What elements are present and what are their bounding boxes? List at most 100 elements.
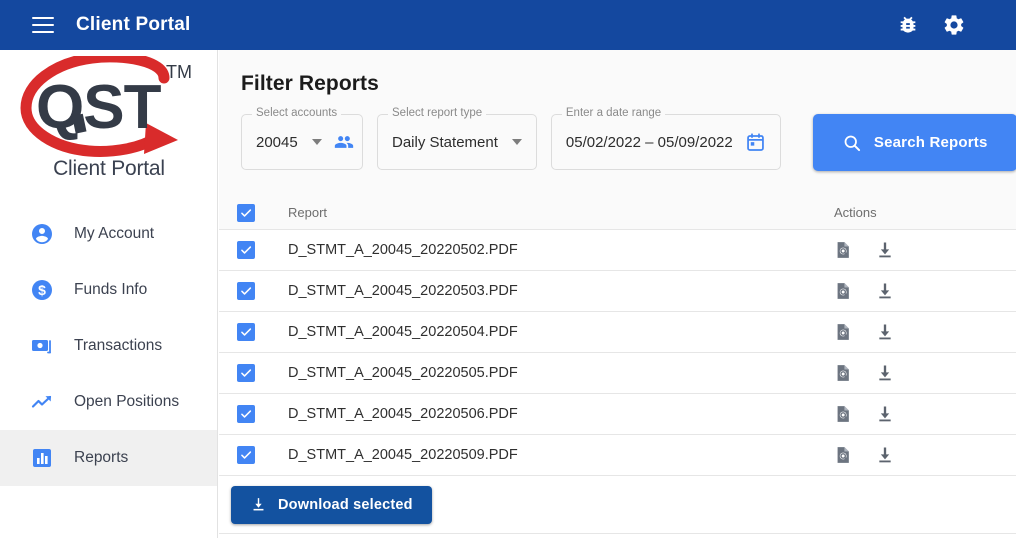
row-actions (820, 403, 1016, 425)
bar-chart-icon (30, 446, 54, 470)
document-preview-icon[interactable] (832, 362, 854, 384)
row-select-cell (219, 446, 273, 464)
sidebar-item-open-positions[interactable]: Open Positions (0, 374, 217, 430)
report-name: D_STMT_A_20045_20220506.PDF (288, 406, 518, 422)
row-select-cell (219, 241, 273, 259)
search-icon (842, 133, 862, 153)
account-circle-icon (30, 222, 54, 246)
table-row[interactable]: D_STMT_A_20045_20220504.PDF (219, 312, 1016, 353)
filter-panel: Filter Reports Select accounts 20045 Sel… (219, 50, 1016, 196)
row-checkbox[interactable] (237, 282, 255, 300)
row-checkbox[interactable] (237, 241, 255, 259)
calendar-icon[interactable] (745, 132, 766, 153)
row-select-cell (219, 405, 273, 423)
select-report-type-value: Daily Statement (392, 133, 498, 151)
download-icon[interactable] (874, 362, 896, 384)
logo-trademark: TM (166, 62, 192, 82)
report-name: D_STMT_A_20045_20220505.PDF (288, 365, 518, 381)
date-range-value: 05/02/2022 – 05/09/2022 (565, 133, 733, 151)
main-content: Filter Reports Select accounts 20045 Sel… (219, 50, 1016, 538)
brand-logo: QST TM Client Portal (0, 50, 217, 198)
gear-icon[interactable] (942, 13, 966, 37)
row-checkbox[interactable] (237, 323, 255, 341)
select-all-cell (219, 203, 273, 222)
hamburger-menu-icon[interactable] (32, 17, 54, 33)
chevron-down-icon[interactable] (311, 139, 322, 145)
select-all-checkbox[interactable] (237, 203, 255, 222)
download-icon (250, 496, 267, 513)
sidebar-item-reports[interactable]: Reports (0, 430, 217, 486)
row-checkbox[interactable] (237, 405, 255, 423)
column-header-report: Report (288, 205, 328, 220)
row-select-cell (219, 323, 273, 341)
report-name: D_STMT_A_20045_20220509.PDF (288, 447, 518, 463)
report-name: D_STMT_A_20045_20220503.PDF (288, 283, 518, 299)
row-select-cell (219, 282, 273, 300)
sidebar-item-transactions[interactable]: Transactions (0, 318, 217, 374)
table-row[interactable]: D_STMT_A_20045_20220502.PDF (219, 230, 1016, 271)
sidebar-item-label: Reports (74, 449, 129, 466)
document-preview-icon[interactable] (832, 403, 854, 425)
row-actions (820, 280, 1016, 302)
sidebar-item-my-account[interactable]: My Account (0, 206, 217, 262)
svg-text:$: $ (38, 282, 46, 298)
search-reports-label: Search Reports (873, 134, 988, 151)
field-legend: Select accounts (252, 107, 342, 119)
reports-table: Report Actions D_STMT_A_20045_20220502.P… (219, 196, 1016, 534)
dollar-circle-icon: $ (30, 278, 54, 302)
select-report-type-field[interactable]: Select report type Daily Statement (377, 107, 537, 170)
download-icon[interactable] (874, 280, 896, 302)
svg-text:QST: QST (36, 73, 162, 142)
download-selected-button[interactable]: Download selected (231, 485, 432, 524)
qst-logo-mark: QST TM (14, 56, 204, 161)
filters-row: Select accounts 20045 Select report type… (241, 107, 1016, 171)
trending-up-icon (30, 390, 54, 414)
app-title: Client Portal (76, 14, 191, 35)
download-selected-label: Download selected (278, 496, 413, 513)
download-icon[interactable] (874, 444, 896, 466)
field-legend: Select report type (388, 107, 487, 119)
field-legend: Enter a date range (561, 107, 666, 119)
chevron-down-icon[interactable] (511, 139, 522, 145)
money-bill-icon (30, 334, 54, 358)
hamburger-bar (32, 17, 54, 19)
document-preview-icon[interactable] (832, 321, 854, 343)
table-row[interactable]: D_STMT_A_20045_20220503.PDF (219, 271, 1016, 312)
sidebar-item-funds-info[interactable]: $ Funds Info (0, 262, 217, 318)
row-checkbox[interactable] (237, 446, 255, 464)
download-icon[interactable] (874, 403, 896, 425)
select-accounts-field[interactable]: Select accounts 20045 (241, 107, 363, 170)
bug-icon[interactable] (896, 13, 920, 37)
sidebar-item-label: Transactions (74, 337, 163, 354)
hamburger-bar (32, 31, 54, 33)
column-header-actions: Actions (834, 205, 877, 220)
table-row[interactable]: D_STMT_A_20045_20220506.PDF (219, 394, 1016, 435)
sidebar-item-label: My Account (74, 225, 155, 242)
document-preview-icon[interactable] (832, 444, 854, 466)
row-actions (820, 239, 1016, 261)
download-icon[interactable] (874, 239, 896, 261)
report-name: D_STMT_A_20045_20220502.PDF (288, 242, 518, 258)
document-preview-icon[interactable] (832, 239, 854, 261)
table-body: D_STMT_A_20045_20220502.PDF D_STMT_A_200… (219, 230, 1016, 476)
app-bar-actions (896, 13, 966, 37)
table-footer: Download selected (219, 476, 1016, 534)
row-select-cell (219, 364, 273, 382)
logo-wordmark: QST (36, 73, 163, 142)
search-reports-button[interactable]: Search Reports (812, 114, 1016, 171)
row-checkbox[interactable] (237, 364, 255, 382)
page-title: Filter Reports (241, 72, 379, 95)
table-row[interactable]: D_STMT_A_20045_20220505.PDF (219, 353, 1016, 394)
sidebar-nav: My Account $ Funds Info Transactions Ope… (0, 198, 217, 486)
date-range-field[interactable]: Enter a date range 05/02/2022 – 05/09/20… (550, 107, 781, 170)
row-actions (820, 321, 1016, 343)
hamburger-bar (32, 24, 54, 26)
row-actions (820, 362, 1016, 384)
people-group-icon[interactable] (334, 132, 354, 152)
sidebar-item-label: Open Positions (74, 393, 180, 410)
table-row[interactable]: D_STMT_A_20045_20220509.PDF (219, 435, 1016, 476)
top-app-bar: Client Portal (0, 0, 1016, 50)
document-preview-icon[interactable] (832, 280, 854, 302)
select-accounts-value: 20045 (256, 133, 298, 151)
download-icon[interactable] (874, 321, 896, 343)
